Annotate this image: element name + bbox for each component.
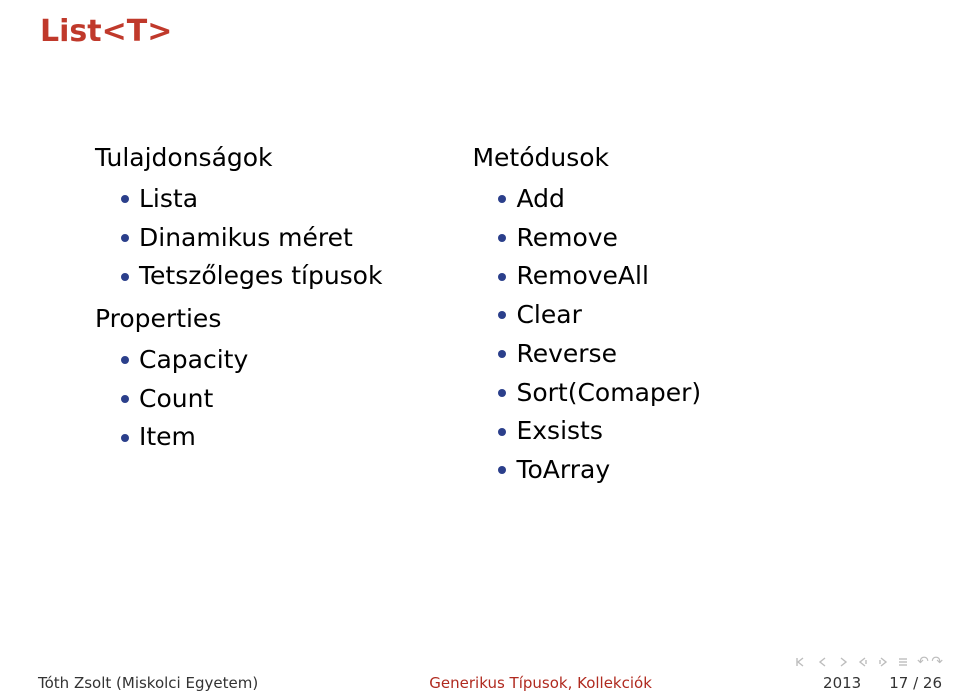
list-item: Clear — [498, 296, 701, 335]
slide-title: List<T> — [40, 14, 920, 49]
bullet-icon — [498, 234, 506, 242]
bullet-icon — [498, 195, 506, 203]
left-heading-1: Tulajdonságok — [95, 139, 382, 178]
bullet-icon — [121, 234, 129, 242]
slide-footer: Tóth Zsolt (Miskolci Egyetem) Generikus … — [0, 674, 960, 692]
item-label: Add — [516, 180, 564, 219]
list-item: Capacity — [121, 341, 382, 380]
nav-menu-icon[interactable] — [897, 656, 909, 668]
item-label: Count — [139, 380, 213, 419]
list-item: RemoveAll — [498, 257, 701, 296]
list-item: Tetszőleges típusok — [121, 257, 382, 296]
list-item: Add — [498, 180, 701, 219]
item-label: Item — [139, 418, 196, 457]
item-label: Exsists — [516, 412, 602, 451]
item-label: RemoveAll — [516, 257, 648, 296]
slide-content: Tulajdonságok Lista Dinamikus méret Tets… — [95, 139, 920, 490]
list-item: Exsists — [498, 412, 701, 451]
bullet-icon — [498, 466, 506, 474]
item-label: Dinamikus méret — [139, 219, 353, 258]
list-item: Item — [121, 418, 382, 457]
bullet-icon — [121, 356, 129, 364]
item-label: Lista — [139, 180, 198, 219]
left-list-2: Capacity Count Item — [121, 341, 382, 457]
right-column: Metódusok Add Remove RemoveAll Clear Rev… — [472, 139, 701, 490]
nav-next-icon[interactable] — [837, 656, 849, 668]
item-label: ToArray — [516, 451, 610, 490]
bullet-icon — [498, 389, 506, 397]
footer-page: 17 / 26 — [889, 674, 942, 692]
left-column: Tulajdonságok Lista Dinamikus méret Tets… — [95, 139, 382, 490]
beamer-nav-icons: ↶ ↷ — [795, 654, 942, 670]
item-label: Reverse — [516, 335, 617, 374]
footer-title: Generikus Típusok, Kollekciók — [258, 674, 823, 692]
bullet-icon — [498, 273, 506, 281]
bullet-icon — [498, 311, 506, 319]
right-heading: Metódusok — [472, 139, 701, 178]
left-list-1: Lista Dinamikus méret Tetszőleges típuso… — [121, 180, 382, 296]
nav-prev-sub-icon[interactable] — [857, 656, 869, 668]
list-item: Sort(Comaper) — [498, 374, 701, 413]
list-item: ToArray — [498, 451, 701, 490]
bullet-icon — [121, 195, 129, 203]
item-label: Capacity — [139, 341, 248, 380]
bullet-icon — [121, 273, 129, 281]
right-list: Add Remove RemoveAll Clear Reverse Sort(… — [498, 180, 701, 490]
list-item: Lista — [121, 180, 382, 219]
list-item: Count — [121, 380, 382, 419]
bullet-icon — [121, 395, 129, 403]
item-label: Clear — [516, 296, 581, 335]
footer-year: 2013 — [823, 674, 861, 692]
footer-author: Tóth Zsolt (Miskolci Egyetem) — [38, 674, 258, 692]
footer-right: 2013 17 / 26 — [823, 674, 942, 692]
bullet-icon — [498, 428, 506, 436]
item-label: Remove — [516, 219, 617, 258]
bullet-icon — [121, 434, 129, 442]
nav-next-sub-icon[interactable] — [877, 656, 889, 668]
left-heading-2: Properties — [95, 300, 382, 339]
slide: List<T> Tulajdonságok Lista Dinamikus mé… — [0, 0, 960, 700]
list-item: Reverse — [498, 335, 701, 374]
list-item: Remove — [498, 219, 701, 258]
nav-first-icon[interactable] — [795, 656, 809, 668]
nav-undo-icon[interactable]: ↶ ↷ — [917, 654, 942, 670]
nav-prev-icon[interactable] — [817, 656, 829, 668]
list-item: Dinamikus méret — [121, 219, 382, 258]
item-label: Tetszőleges típusok — [139, 257, 382, 296]
item-label: Sort(Comaper) — [516, 374, 701, 413]
bullet-icon — [498, 350, 506, 358]
